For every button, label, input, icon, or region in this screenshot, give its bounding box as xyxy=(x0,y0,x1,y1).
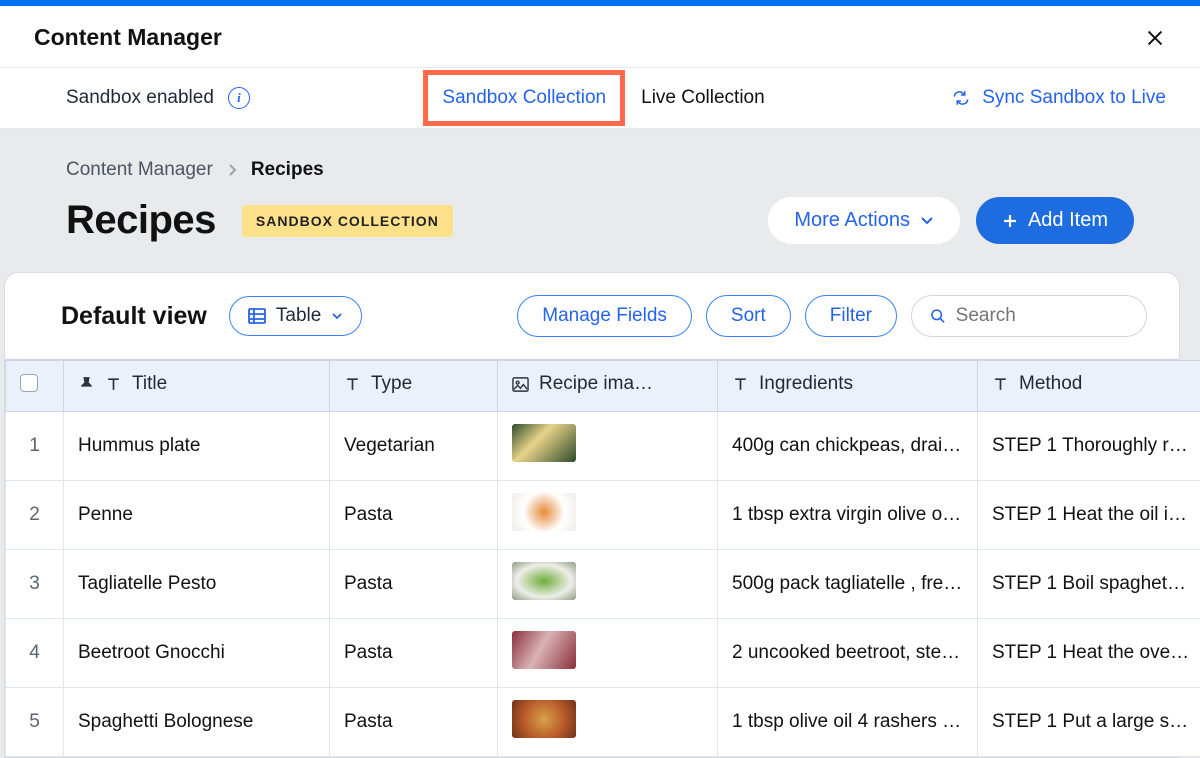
add-item-button[interactable]: Add Item xyxy=(976,197,1134,244)
col-header-title[interactable]: Title xyxy=(64,361,330,412)
col-header-method[interactable]: Method xyxy=(978,361,1200,412)
recipe-thumb xyxy=(512,631,576,669)
table-row[interactable]: 4Beetroot GnocchiPasta 2 uncooked beetroo… xyxy=(6,618,1200,687)
cell-image[interactable] xyxy=(498,411,718,480)
cell-method: STEP 1 Thoroughly rinse xyxy=(978,411,1200,480)
view-mode-dropdown[interactable]: Table xyxy=(229,296,362,336)
view-mode-label: Table xyxy=(276,305,321,327)
plus-icon xyxy=(1002,213,1018,229)
add-item-label: Add Item xyxy=(1028,209,1108,232)
collection-tabs: Sandbox Collection Live Collection xyxy=(437,82,764,114)
text-type-icon xyxy=(732,376,749,393)
cell-ingredients: 1 tbsp olive oil 4 rashers s… xyxy=(718,687,978,756)
chevron-down-icon xyxy=(920,216,934,226)
cell-type: Pasta xyxy=(330,687,498,756)
recipe-thumb xyxy=(512,700,576,738)
cell-title: Tagliatelle Pesto xyxy=(64,549,330,618)
select-all-header[interactable] xyxy=(6,361,64,412)
view-toolbar: Default view Table Manage Fields Sort Fi… xyxy=(5,273,1179,359)
cell-method: STEP 1 Heat the oil in a f xyxy=(978,480,1200,549)
recipe-thumb xyxy=(512,562,576,600)
row-number: 2 xyxy=(6,480,64,549)
breadcrumb: Content Manager Recipes xyxy=(0,159,1200,193)
search-icon xyxy=(930,307,946,325)
cell-method: STEP 1 Boil spaghetti in a xyxy=(978,549,1200,618)
more-actions-button[interactable]: More Actions xyxy=(768,197,960,244)
cell-title: Hummus plate xyxy=(64,411,330,480)
sync-sandbox-button[interactable]: Sync Sandbox to Live xyxy=(952,87,1166,109)
cell-method: STEP 1 Put a large sauce xyxy=(978,687,1200,756)
more-actions-label: More Actions xyxy=(794,209,910,232)
main-area: Content Manager Recipes Recipes SANDBOX … xyxy=(0,129,1200,758)
data-table: Title Type Recipe ima… xyxy=(5,360,1200,757)
table-row[interactable]: 3Tagliatelle PestoPasta 500g pack tagliat… xyxy=(6,549,1200,618)
sandbox-status: Sandbox enabled i xyxy=(66,87,250,109)
cell-type: Vegetarian xyxy=(330,411,498,480)
table-icon xyxy=(248,308,266,324)
subheader: Sandbox enabled i Sandbox Collection Liv… xyxy=(0,68,1200,129)
app-title: Content Manager xyxy=(34,24,222,51)
cell-title: Beetroot Gnocchi xyxy=(64,618,330,687)
cell-ingredients: 400g can chickpeas, drain… xyxy=(718,411,978,480)
sandbox-badge: SANDBOX COLLECTION xyxy=(242,205,453,237)
tab-sandbox-highlight: Sandbox Collection xyxy=(423,70,625,126)
recipe-thumb xyxy=(512,493,576,531)
cell-title: Penne xyxy=(64,480,330,549)
cell-type: Pasta xyxy=(330,480,498,549)
row-number: 1 xyxy=(6,411,64,480)
page-title: Recipes xyxy=(66,198,216,243)
text-type-icon xyxy=(992,376,1009,393)
chevron-down-icon xyxy=(331,312,343,321)
search-box[interactable] xyxy=(911,295,1147,337)
text-type-icon xyxy=(105,376,122,393)
col-header-type[interactable]: Type xyxy=(330,361,498,412)
view-card: Default view Table Manage Fields Sort Fi… xyxy=(4,272,1180,758)
breadcrumb-current: Recipes xyxy=(251,159,324,181)
text-type-icon xyxy=(344,376,361,393)
cell-image[interactable] xyxy=(498,687,718,756)
table-row[interactable]: 1Hummus plateVegetarian 400g can chickpea… xyxy=(6,411,1200,480)
chevron-right-icon xyxy=(227,163,237,177)
sync-icon xyxy=(952,89,970,107)
cell-method: STEP 1 Heat the oven to xyxy=(978,618,1200,687)
sync-label: Sync Sandbox to Live xyxy=(982,87,1166,109)
table-header-row: Title Type Recipe ima… xyxy=(6,361,1200,412)
close-icon[interactable] xyxy=(1144,27,1166,49)
row-number: 3 xyxy=(6,549,64,618)
cell-title: Spaghetti Bolognese xyxy=(64,687,330,756)
cell-ingredients: 1 tbsp extra virgin olive oil … xyxy=(718,480,978,549)
cell-image[interactable] xyxy=(498,480,718,549)
checkbox-icon[interactable] xyxy=(20,374,38,392)
pin-icon xyxy=(78,376,95,393)
breadcrumb-root[interactable]: Content Manager xyxy=(66,159,213,181)
manage-fields-button[interactable]: Manage Fields xyxy=(517,295,692,337)
tab-live-collection[interactable]: Live Collection xyxy=(641,87,765,109)
table-row[interactable]: 5Spaghetti BolognesePasta 1 tbsp olive oi… xyxy=(6,687,1200,756)
data-table-wrap: Title Type Recipe ima… xyxy=(5,359,1179,757)
search-input[interactable] xyxy=(956,305,1128,327)
col-header-ingredients[interactable]: Ingredients xyxy=(718,361,978,412)
image-icon xyxy=(512,376,529,393)
cell-image[interactable] xyxy=(498,549,718,618)
cell-type: Pasta xyxy=(330,618,498,687)
sandbox-status-label: Sandbox enabled xyxy=(66,87,214,109)
cell-ingredients: 500g pack tagliatelle , fre… xyxy=(718,549,978,618)
tab-sandbox-collection[interactable]: Sandbox Collection xyxy=(442,87,606,108)
view-title: Default view xyxy=(61,302,207,331)
info-icon[interactable]: i xyxy=(228,87,250,109)
table-row[interactable]: 2PennePasta 1 tbsp extra virgin olive oil… xyxy=(6,480,1200,549)
row-number: 5 xyxy=(6,687,64,756)
sort-button[interactable]: Sort xyxy=(706,295,791,337)
title-row: Recipes SANDBOX COLLECTION More Actions … xyxy=(0,193,1200,272)
row-number: 4 xyxy=(6,618,64,687)
recipe-thumb xyxy=(512,424,576,462)
app-header: Content Manager xyxy=(0,6,1200,68)
cell-type: Pasta xyxy=(330,549,498,618)
col-header-image[interactable]: Recipe ima… xyxy=(498,361,718,412)
filter-button[interactable]: Filter xyxy=(805,295,897,337)
cell-image[interactable] xyxy=(498,618,718,687)
cell-ingredients: 2 uncooked beetroot, ste… xyxy=(718,618,978,687)
